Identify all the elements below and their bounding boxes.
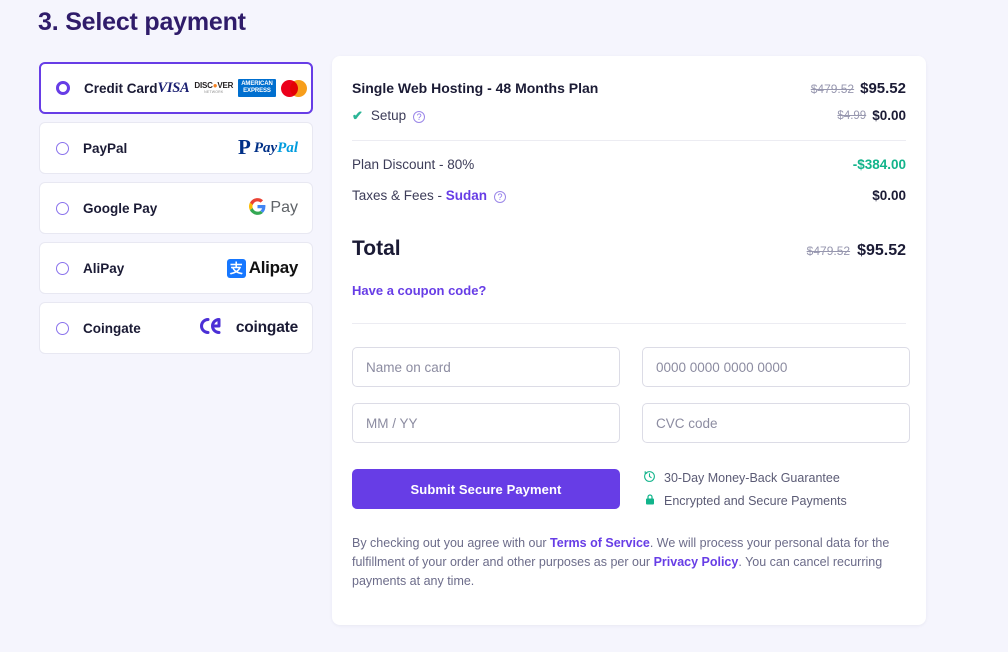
submit-secure-payment-button[interactable]: Submit Secure Payment — [352, 469, 620, 509]
coingate-logo: coingate — [198, 317, 298, 340]
expiry-input[interactable] — [352, 403, 620, 443]
payment-method-alipay[interactable]: AliPay 支 Alipay — [39, 242, 313, 294]
plan-name: Single Web Hosting - 48 Months Plan — [352, 80, 599, 96]
total-label: Total — [352, 237, 401, 260]
total-row: Total $479.52 $95.52 — [352, 237, 906, 261]
discount-value: -$384.00 — [852, 157, 906, 172]
card-brand-logos: VISA DISC●VER NETWORK AMERICAN EXPRESS — [157, 78, 307, 98]
payment-method-label: Credit Card — [84, 80, 158, 96]
paypal-mark-icon: P — [238, 135, 251, 159]
cvc-input[interactable] — [642, 403, 910, 443]
help-icon[interactable]: ? — [413, 110, 426, 123]
alipay-text: Alipay — [248, 258, 299, 277]
discount-row: Plan Discount - 80% -$384.00 — [352, 157, 906, 172]
payment-method-label: Google Pay — [83, 200, 158, 216]
payment-method-label: AliPay — [83, 260, 125, 276]
taxes-row: Taxes & Fees - Sudan ? $0.00 — [352, 188, 906, 203]
divider — [352, 323, 906, 324]
payment-method-coingate[interactable]: Coingate coingate — [39, 302, 313, 354]
setup-price-old: $4.99 — [837, 109, 867, 122]
paypal-logo: P PayPal — [238, 135, 298, 159]
radio-google-pay[interactable] — [56, 201, 69, 215]
payment-method-list: Credit Card VISA DISC●VER NETWORK AMERIC… — [39, 62, 313, 362]
radio-coingate[interactable] — [56, 321, 69, 335]
google-pay-logo: Pay — [249, 198, 298, 218]
assurance-text: 30-Day Money-Back Guarantee — [664, 470, 840, 485]
privacy-policy-link[interactable]: Privacy Policy — [654, 555, 739, 569]
page-title: 3. Select payment — [38, 8, 246, 36]
lock-icon — [642, 493, 657, 508]
radio-paypal[interactable] — [56, 141, 69, 155]
submit-area: Submit Secure Payment 30-Day Money-Back … — [352, 469, 906, 509]
clock-icon — [642, 470, 657, 485]
setup-price-new: $0.00 — [872, 108, 906, 123]
payment-method-credit-card[interactable]: Credit Card VISA DISC●VER NETWORK AMERIC… — [39, 62, 313, 114]
coingate-text: coingate — [235, 319, 298, 336]
taxes-label: Taxes & Fees - Sudan — [352, 188, 488, 203]
payment-method-paypal[interactable]: PayPal P PayPal — [39, 122, 313, 174]
taxes-value: $0.00 — [872, 188, 906, 203]
payment-method-label: PayPal — [83, 140, 128, 156]
legal-disclaimer: By checking out you agree with our Terms… — [352, 534, 908, 591]
alipay-logo: 支 Alipay — [226, 258, 299, 278]
terms-of-service-link[interactable]: Terms of Service — [550, 536, 650, 550]
plan-row: Single Web Hosting - 48 Months Plan $479… — [352, 80, 906, 97]
checkout-page: 3. Select payment Credit Card VISA DISC●… — [0, 0, 1008, 652]
setup-label: Setup — [370, 108, 407, 123]
mastercard-icon — [280, 79, 307, 97]
help-icon[interactable]: ? — [494, 190, 507, 203]
payment-method-google-pay[interactable]: Google Pay Pay — [39, 182, 313, 234]
assurance-money-back: 30-Day Money-Back Guarantee — [642, 470, 847, 485]
total-price-old: $479.52 — [806, 244, 851, 258]
discount-label: Plan Discount - 80% — [352, 157, 475, 172]
coupon-code-link[interactable]: Have a coupon code? — [352, 283, 486, 298]
radio-credit-card[interactable] — [56, 81, 70, 95]
name-on-card-input[interactable] — [352, 347, 620, 387]
coingate-mark-icon — [198, 317, 228, 340]
taxes-country-link[interactable]: Sudan — [446, 188, 487, 203]
divider — [352, 140, 906, 141]
visa-icon: VISA — [157, 79, 190, 96]
payment-method-label: Coingate — [83, 320, 141, 336]
order-summary-panel: Single Web Hosting - 48 Months Plan $479… — [332, 56, 926, 625]
assurance-encrypted: Encrypted and Secure Payments — [642, 493, 847, 508]
card-form — [352, 347, 910, 443]
plan-price-new: $95.52 — [860, 80, 906, 97]
amex-icon: AMERICAN EXPRESS — [238, 78, 276, 98]
plan-price-old: $479.52 — [810, 82, 855, 96]
setup-row: ✔ Setup ? $4.99 $0.00 — [352, 108, 906, 123]
legal-part1: By checking out you agree with our — [352, 536, 551, 550]
radio-alipay[interactable] — [56, 261, 69, 275]
total-price-new: $95.52 — [857, 242, 906, 259]
check-icon: ✔ — [352, 108, 363, 123]
alipay-mark-icon: 支 — [226, 258, 246, 278]
assurance-list: 30-Day Money-Back Guarantee Encrypted an… — [642, 469, 847, 509]
discover-icon: DISC●VER NETWORK — [194, 80, 234, 94]
assurance-text: Encrypted and Secure Payments — [664, 493, 847, 508]
card-number-input[interactable] — [642, 347, 910, 387]
google-pay-text: Pay — [270, 199, 298, 216]
google-g-icon — [249, 198, 266, 218]
